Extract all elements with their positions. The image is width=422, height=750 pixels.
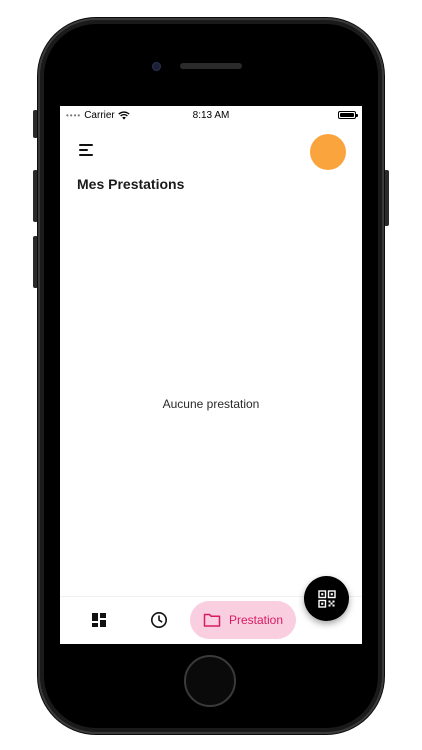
nav-item-prestation-label: Prestation (228, 613, 284, 627)
page-title: Mes Prestations (77, 176, 185, 192)
nav-item-history[interactable] (144, 601, 174, 639)
history-clock-icon (151, 612, 167, 628)
battery-icon (338, 111, 358, 119)
app-screen: •••• Carrier 8:13 AM Mes Prestations Auc… (60, 106, 362, 644)
home-button[interactable] (184, 655, 236, 707)
status-time: 8:13 AM (192, 110, 230, 121)
qr-code-icon (317, 589, 336, 608)
dashboard-icon (92, 613, 106, 627)
earpiece-speaker (180, 63, 242, 69)
empty-state-message: Aucune prestation (162, 397, 260, 411)
qr-scan-button[interactable] (304, 576, 349, 621)
nav-item-dashboard[interactable] (84, 601, 114, 639)
menu-icon[interactable] (79, 142, 97, 158)
folder-icon (203, 613, 221, 627)
power-button (384, 170, 389, 226)
avatar[interactable] (310, 134, 346, 170)
status-bar: •••• Carrier 8:13 AM (60, 106, 362, 126)
front-camera (152, 62, 161, 71)
nav-item-prestation[interactable]: Prestation (190, 601, 296, 639)
